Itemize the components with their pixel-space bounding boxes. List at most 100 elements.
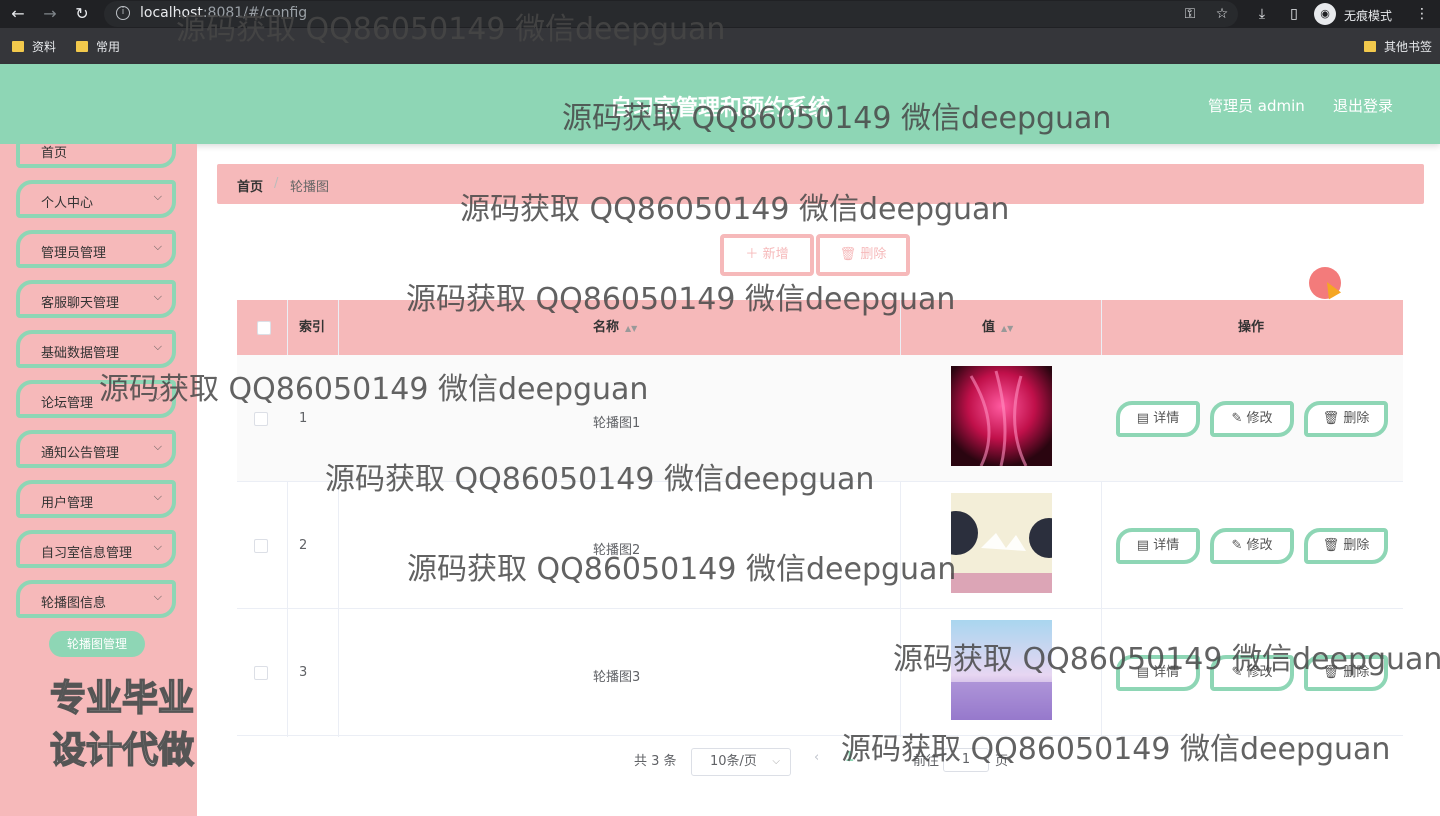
edit-button[interactable]: ✎ 修改 [1210, 655, 1294, 691]
trash-icon: 🗑 [1322, 538, 1340, 553]
sidebar-item-forum[interactable]: 论坛管理 ⌵ [16, 380, 176, 418]
pagination-total: 共 3 条 [634, 754, 677, 769]
star-icon[interactable]: ☆ [1212, 4, 1232, 24]
select-all-checkbox[interactable] [257, 321, 271, 335]
sidebar-item-studyroom[interactable]: 自习室信息管理 ⌵ [16, 530, 176, 568]
back-icon[interactable]: ← [8, 4, 28, 24]
chevron-down-icon: ⌵ [153, 340, 162, 353]
breadcrumb-separator: / [274, 176, 279, 191]
goto-prefix: 前往 [913, 754, 940, 769]
chevron-down-icon: ⌵ [153, 390, 162, 403]
reload-icon[interactable]: ↻ [72, 4, 92, 24]
chevron-down-icon: ⌵ [153, 490, 162, 503]
goto-page-input[interactable]: 1 [943, 748, 989, 772]
chevron-down-icon: ⌵ [153, 540, 162, 553]
bookmark-other[interactable]: 其他书签 [1364, 38, 1432, 55]
page-number-current[interactable]: 1 [845, 750, 854, 765]
detail-button[interactable]: ▤ 详情 [1116, 655, 1200, 691]
chevron-down-icon: ⌵ [772, 756, 780, 767]
row-checkbox[interactable] [254, 666, 268, 680]
delete-button[interactable]: 🗑 删除 [1304, 655, 1388, 691]
carousel-thumbnail[interactable] [951, 493, 1052, 593]
table-header: 索引 名称 ▲▼ 值 ▲▼ 操作 [237, 300, 1403, 355]
document-icon: ▤ [1136, 538, 1150, 553]
trash-icon: 🗑 [1322, 411, 1340, 426]
table-row: 3 轮播图3 ▤ 详情 ✎ 修改 🗑 删除 [237, 609, 1403, 736]
bookmarks-bar: 资料 常用 其他书签 [0, 28, 1440, 64]
download-icon[interactable]: ⤓ [1252, 4, 1272, 24]
sidebar-item-home[interactable]: 首页 [16, 144, 176, 168]
pencil-icon: ✎ [1231, 665, 1243, 680]
carousel-thumbnail[interactable] [951, 620, 1052, 720]
folder-icon [12, 41, 24, 52]
prev-page-icon[interactable]: ‹ [814, 750, 819, 765]
sort-icon[interactable]: ▲▼ [625, 324, 637, 333]
chevron-down-icon: ⌵ [153, 190, 162, 203]
header-value[interactable]: 值 ▲▼ [982, 300, 1013, 355]
sidebar: 首页 个人中心 ⌵ 管理员管理 ⌵ 客服聊天管理 ⌵ 基础数据管理 ⌵ 论坛管理 ⌵ 通知… [0, 144, 197, 816]
incognito-icon[interactable]: ◉ [1314, 3, 1336, 25]
pencil-icon: ✎ [1231, 538, 1243, 553]
delete-button[interactable]: 🗑 删除 [1304, 528, 1388, 564]
chevron-down-icon: ⌵ [153, 590, 162, 603]
app-header: 自习室管理和预约系统 管理员 admin 退出登录 [0, 64, 1440, 144]
sidebar-item-basedata[interactable]: 基础数据管理 ⌵ [16, 330, 176, 368]
breadcrumb-home[interactable]: 首页 [237, 176, 263, 195]
sidebar-item-carousel[interactable]: 轮播图信息 ⌵ [16, 580, 176, 618]
detail-button[interactable]: ▤ 详情 [1116, 401, 1200, 437]
add-button[interactable]: ＋ 新增 [720, 234, 814, 276]
cell-index: 2 [299, 538, 308, 553]
document-icon: ▤ [1136, 411, 1150, 426]
menu-kebab-icon[interactable]: ⋮ [1412, 4, 1432, 24]
cell-name: 轮播图3 [593, 670, 641, 685]
logout-link[interactable]: 退出登录 [1333, 95, 1393, 116]
bookmark-folder[interactable]: 资料 [12, 38, 56, 55]
detail-button[interactable]: ▤ 详情 [1116, 528, 1200, 564]
sidepanel-icon[interactable]: ▯ [1284, 4, 1304, 24]
table-row: 1 轮播图1 ▤ 详情 ✎ 修改 🗑 删除 [237, 355, 1403, 482]
trash-icon: 🗑 [839, 247, 857, 262]
trash-icon: 🗑 [1322, 665, 1340, 680]
sidebar-item-profile[interactable]: 个人中心 ⌵ [16, 180, 176, 218]
cell-index: 3 [299, 665, 308, 680]
row-checkbox[interactable] [254, 539, 268, 553]
sidebar-item-users[interactable]: 用户管理 ⌵ [16, 480, 176, 518]
header-ops: 操作 [1238, 320, 1265, 335]
batch-delete-button[interactable]: 🗑 删除 [816, 234, 910, 276]
carousel-table: 索引 名称 ▲▼ 值 ▲▼ 操作 1 轮播图1 ▤ 详情 ✎ 修改 🗑 删除 2 轮… [237, 300, 1403, 737]
edit-button[interactable]: ✎ 修改 [1210, 528, 1294, 564]
admin-label: 管理员 admin [1208, 97, 1305, 115]
chevron-down-icon: ⌵ [153, 290, 162, 303]
cell-name: 轮播图2 [593, 543, 641, 558]
site-info-icon[interactable]: i [116, 6, 130, 20]
header-index: 索引 [299, 320, 326, 335]
address-bar[interactable]: i localhost:8081/#/config [104, 1, 1238, 27]
browser-toolbar: ← → ↻ i localhost:8081/#/config ⚿ ☆ ⤓ ▯ … [0, 0, 1440, 28]
sort-icon[interactable]: ▲▼ [1001, 324, 1013, 333]
chevron-down-icon: ⌵ [153, 240, 162, 253]
url-text[interactable]: localhost:8081/#/config [140, 5, 307, 21]
incognito-label: 无痕模式 [1344, 9, 1393, 23]
page-size-select[interactable]: 10条/页 ⌵ [691, 748, 791, 776]
folder-icon [76, 41, 88, 52]
promo-text: 专业毕业设计代做 [49, 677, 195, 772]
table-row: 2 轮播图2 ▤ 详情 ✎ 修改 🗑 删除 [237, 482, 1403, 609]
sidebar-item-notice[interactable]: 通知公告管理 ⌵ [16, 430, 176, 468]
cell-name: 轮播图1 [593, 416, 641, 431]
sidebar-item-chat[interactable]: 客服聊天管理 ⌵ [16, 280, 176, 318]
breadcrumb: 首页 / 轮播图 [217, 164, 1424, 204]
carousel-thumbnail[interactable] [951, 366, 1052, 466]
breadcrumb-current: 轮播图 [290, 180, 330, 195]
forward-icon[interactable]: → [40, 4, 60, 24]
document-icon: ▤ [1136, 665, 1150, 680]
sidebar-subitem-carousel-manage[interactable]: 轮播图管理 [49, 631, 145, 657]
sidebar-item-admins[interactable]: 管理员管理 ⌵ [16, 230, 176, 268]
edit-button[interactable]: ✎ 修改 [1210, 401, 1294, 437]
row-checkbox[interactable] [254, 412, 268, 426]
delete-button[interactable]: 🗑 删除 [1304, 401, 1388, 437]
bookmark-folder[interactable]: 常用 [76, 38, 120, 55]
goto-suffix: 页 [995, 754, 1009, 769]
header-name[interactable]: 名称 ▲▼ [593, 300, 637, 355]
key-icon[interactable]: ⚿ [1180, 4, 1200, 24]
next-page-icon[interactable]: › [874, 750, 879, 765]
